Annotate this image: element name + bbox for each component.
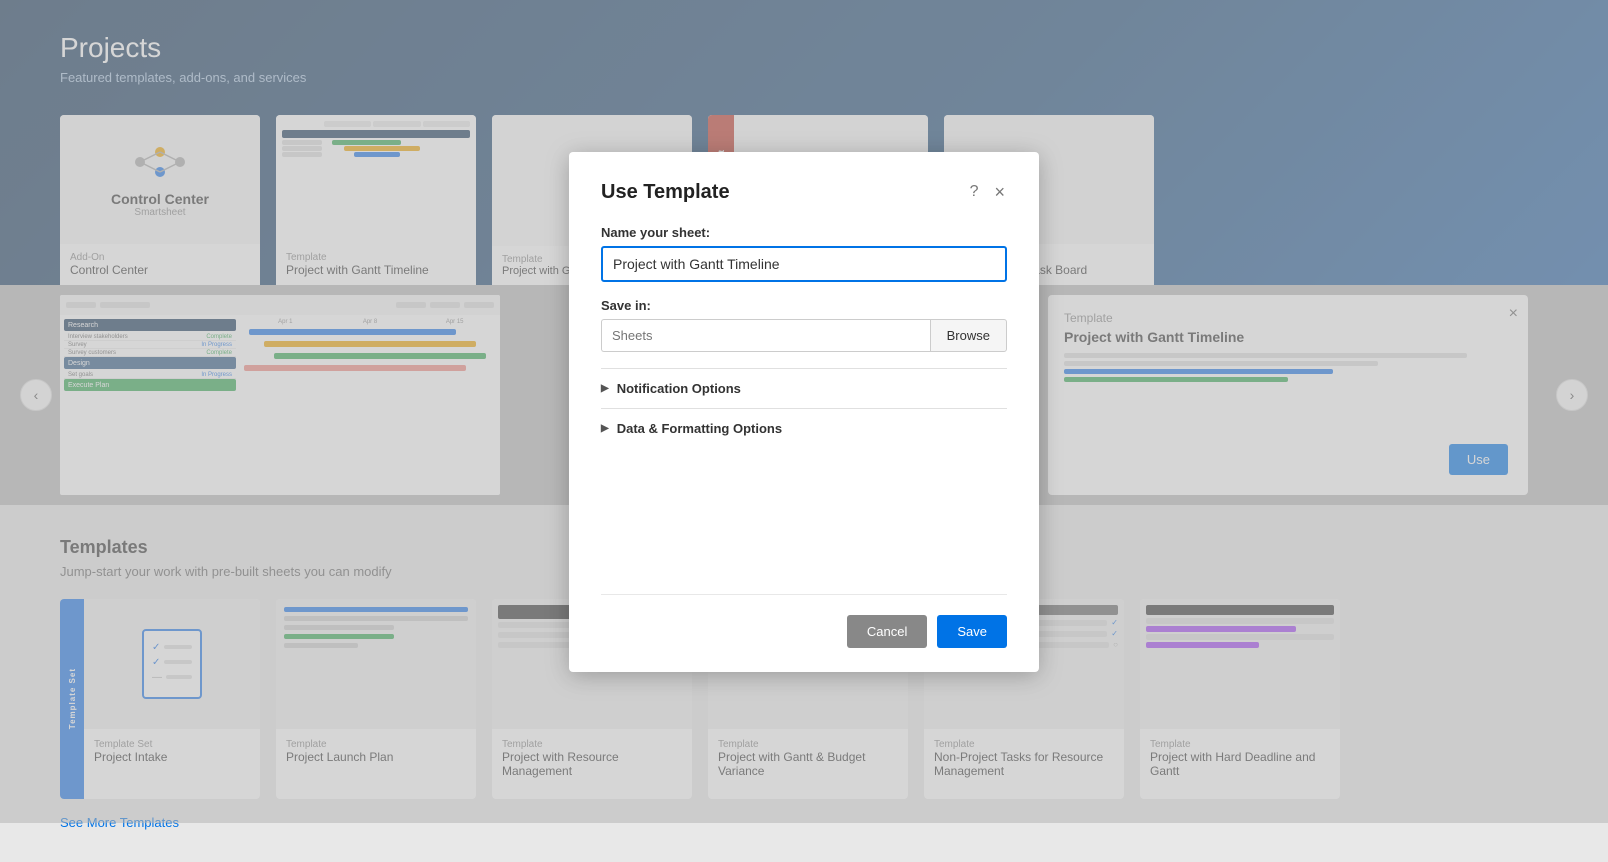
data-formatting-options-header[interactable]: ▶ Data & Formatting Options	[601, 421, 1007, 436]
data-formatting-options-label: Data & Formatting Options	[617, 421, 782, 436]
save-in-input[interactable]	[601, 319, 930, 352]
use-template-modal: Use Template ? × Name your sheet: Save i…	[569, 152, 1039, 672]
notification-arrow-icon: ▶	[601, 383, 609, 394]
cancel-button[interactable]: Cancel	[847, 615, 927, 648]
notification-options-label: Notification Options	[617, 381, 741, 396]
data-formatting-arrow-icon: ▶	[601, 423, 609, 434]
modal-title: Use Template	[601, 181, 730, 204]
modal-close-button[interactable]: ×	[992, 180, 1007, 205]
notification-options-header[interactable]: ▶ Notification Options	[601, 381, 1007, 396]
modal-overlay: Use Template ? × Name your sheet: Save i…	[0, 0, 1608, 823]
save-button[interactable]: Save	[937, 615, 1007, 648]
modal-help-button[interactable]: ?	[968, 181, 981, 203]
save-in-row: Browse	[601, 319, 1007, 352]
data-formatting-options-accordion[interactable]: ▶ Data & Formatting Options	[601, 408, 1007, 448]
name-label: Name your sheet:	[601, 225, 1007, 240]
sheet-name-input[interactable]	[601, 246, 1007, 282]
modal-header: Use Template ? ×	[601, 180, 1007, 205]
notification-options-accordion[interactable]: ▶ Notification Options	[601, 368, 1007, 408]
modal-footer: Cancel Save	[601, 594, 1007, 648]
save-in-label: Save in:	[601, 298, 1007, 313]
browse-button[interactable]: Browse	[930, 319, 1007, 352]
